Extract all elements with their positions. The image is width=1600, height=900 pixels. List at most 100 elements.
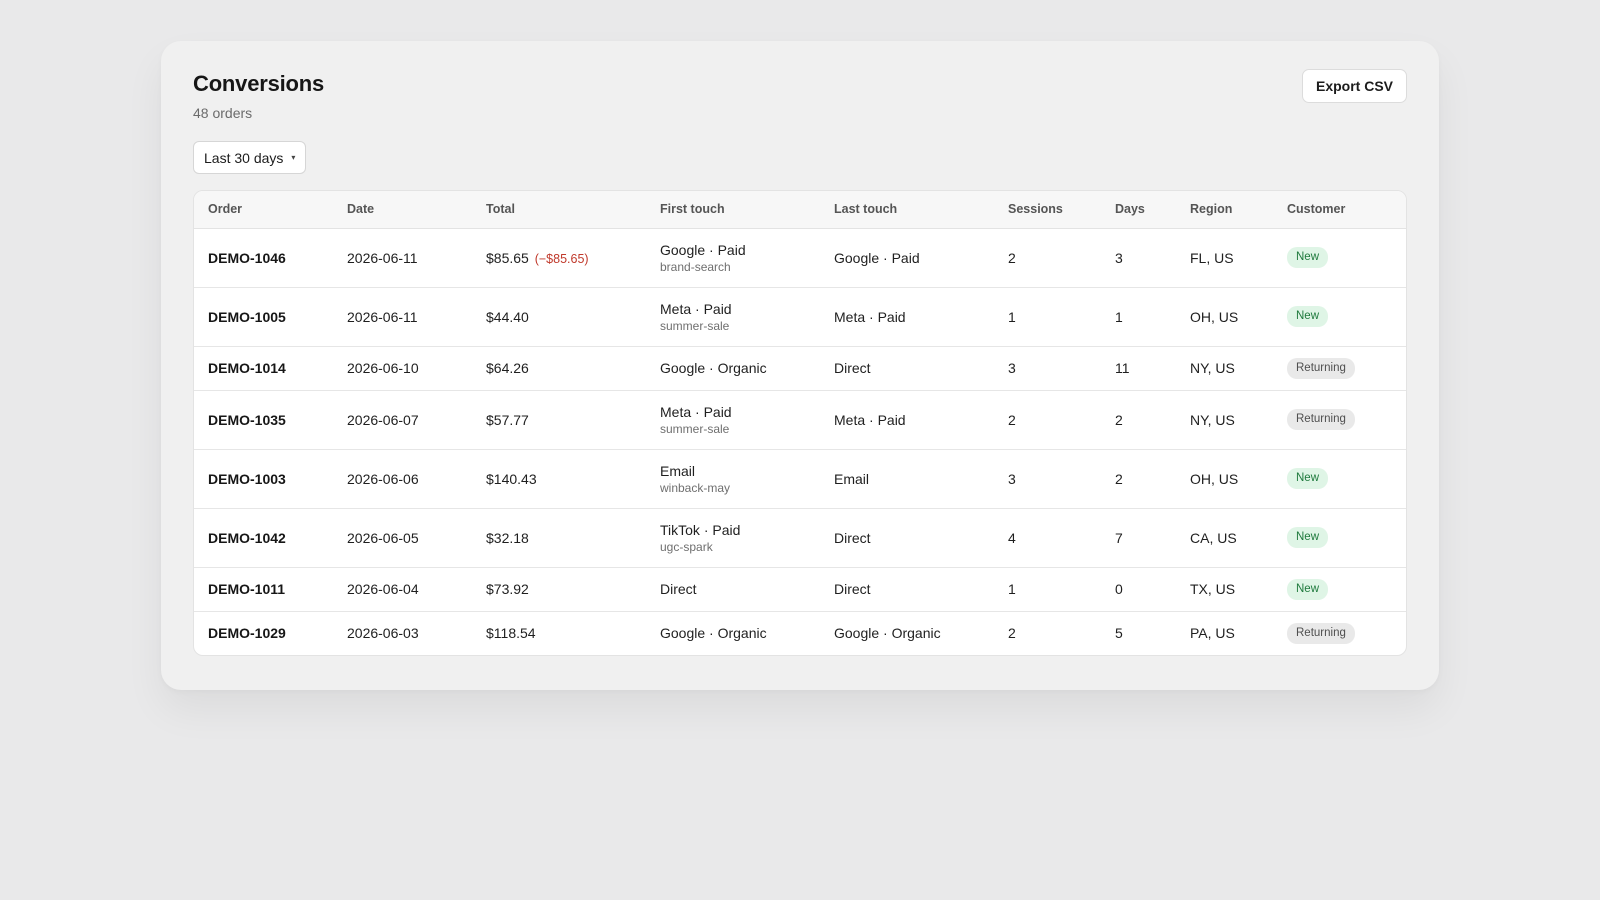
sessions: 4 bbox=[994, 508, 1101, 568]
order-id[interactable]: DEMO-1003 bbox=[194, 449, 333, 509]
customer-cell: New bbox=[1273, 228, 1406, 288]
region: TX, US bbox=[1176, 567, 1273, 612]
order-total: $57.77 bbox=[486, 411, 529, 428]
column-header-customer[interactable]: Customer bbox=[1273, 191, 1406, 229]
column-header-order[interactable]: Order bbox=[194, 191, 333, 229]
first-touch-source: Meta · Paid bbox=[660, 300, 732, 317]
table-row[interactable]: DEMO-1029 2026-06-03 $118.54 Google · Or… bbox=[194, 611, 1406, 655]
first-touch-source: Direct bbox=[660, 581, 697, 597]
order-id[interactable]: DEMO-1005 bbox=[194, 287, 333, 347]
customer-status-badge: New bbox=[1287, 247, 1329, 268]
column-header-region[interactable]: Region bbox=[1176, 191, 1273, 229]
customer-status-badge: New bbox=[1287, 527, 1329, 548]
table-row[interactable]: DEMO-1014 2026-06-10 $64.26 Google · Org… bbox=[194, 346, 1406, 391]
order-total-cell: $44.40 bbox=[472, 287, 646, 347]
table-row[interactable]: DEMO-1046 2026-06-11 $85.65 (−$85.65) Go… bbox=[194, 228, 1406, 288]
first-touch-cell: Google · Organic bbox=[646, 611, 820, 655]
date-range-value: Last 30 days bbox=[204, 149, 284, 166]
customer-status-badge: Returning bbox=[1287, 622, 1355, 644]
days: 1 bbox=[1101, 287, 1176, 347]
sessions: 2 bbox=[994, 390, 1101, 450]
order-total-cell: $64.26 bbox=[472, 346, 646, 391]
order-id[interactable]: DEMO-1014 bbox=[194, 346, 333, 391]
days: 5 bbox=[1115, 625, 1123, 642]
customer-status-badge: New bbox=[1287, 468, 1329, 489]
order-count: 48 orders bbox=[193, 105, 253, 121]
first-touch-source: Meta · Paid bbox=[660, 403, 732, 420]
days: 2 bbox=[1101, 449, 1176, 509]
table-header-row: Order Date Total First touch Last touch … bbox=[194, 191, 1406, 229]
days: 11 bbox=[1101, 346, 1176, 391]
first-touch-source: TikTok · Paid bbox=[660, 521, 741, 538]
column-header-last-touch[interactable]: Last touch bbox=[820, 191, 994, 229]
first-touch-source: Google · Organic bbox=[660, 360, 767, 376]
customer-cell: New bbox=[1273, 287, 1406, 347]
refund-amount: (−$85.65) bbox=[534, 251, 589, 266]
region: FL, US bbox=[1176, 228, 1273, 288]
days: 2 bbox=[1101, 390, 1176, 450]
days: 7 bbox=[1101, 508, 1176, 568]
sessions: 3 bbox=[994, 449, 1101, 509]
region: NY, US bbox=[1176, 346, 1273, 391]
first-touch-campaign: summer-sale bbox=[660, 421, 730, 436]
chevron-down-icon: ▾ bbox=[291, 152, 296, 162]
conversions-table: Order Date Total First touch Last touch … bbox=[193, 190, 1407, 656]
region: PA, US bbox=[1190, 625, 1235, 642]
first-touch-source: Email bbox=[660, 462, 696, 479]
table-row[interactable]: DEMO-1035 2026-06-07 $57.77 Meta · Paid s… bbox=[194, 390, 1406, 450]
order-date: 2026-06-11 bbox=[333, 287, 472, 347]
customer-cell: Returning bbox=[1273, 346, 1406, 391]
order-total-cell: $85.65 (−$85.65) bbox=[472, 228, 646, 288]
order-total-cell: $57.77 bbox=[472, 390, 646, 450]
order-total: $85.65 bbox=[486, 249, 529, 266]
order-total-cell: $73.92 bbox=[472, 567, 646, 612]
region: OH, US bbox=[1176, 449, 1273, 509]
order-id[interactable]: DEMO-1042 bbox=[194, 508, 333, 568]
order-total: $73.92 bbox=[486, 581, 529, 597]
customer-status-badge: Returning bbox=[1287, 357, 1355, 379]
customer-status-badge: Returning bbox=[1287, 409, 1355, 430]
column-header-total[interactable]: Total bbox=[472, 191, 646, 229]
table-row[interactable]: DEMO-1042 2026-06-05 $32.18 TikTok · Pai… bbox=[194, 508, 1406, 568]
last-touch: Google · Paid bbox=[820, 228, 994, 288]
sessions: 1 bbox=[994, 567, 1101, 612]
order-id[interactable]: DEMO-1029 bbox=[194, 611, 333, 655]
customer-cell: Returning bbox=[1273, 611, 1406, 655]
sessions: 3 bbox=[994, 346, 1101, 391]
order-date: 2026-06-10 bbox=[333, 346, 472, 391]
customer-status-badge: New bbox=[1287, 306, 1329, 327]
order-total: $118.54 bbox=[486, 625, 536, 642]
table-row[interactable]: DEMO-1005 2026-06-11 $44.40 Meta · Paid s… bbox=[194, 287, 1406, 347]
column-header-sessions[interactable]: Sessions bbox=[994, 191, 1101, 229]
order-total-cell: $140.43 bbox=[472, 449, 646, 509]
order-date: 2026-06-05 bbox=[333, 508, 472, 568]
last-touch: Email bbox=[820, 449, 994, 509]
order-id[interactable]: DEMO-1011 bbox=[194, 567, 333, 612]
first-touch-cell: Direct bbox=[646, 567, 820, 612]
column-header-days[interactable]: Days bbox=[1101, 191, 1176, 229]
region: OH, US bbox=[1176, 287, 1273, 347]
sessions: 1 bbox=[994, 287, 1101, 347]
order-total-cell: $118.54 bbox=[472, 611, 646, 655]
customer-cell: New bbox=[1273, 508, 1406, 568]
first-touch-campaign: ugc-spark bbox=[660, 539, 713, 554]
order-date: 2026-06-06 bbox=[333, 449, 472, 509]
export-csv-button[interactable]: Export CSV bbox=[1301, 69, 1407, 103]
order-id[interactable]: DEMO-1046 bbox=[194, 228, 333, 288]
table-row[interactable]: DEMO-1003 2026-06-06 $140.43 Email winbac… bbox=[194, 449, 1406, 509]
customer-cell: Returning bbox=[1273, 390, 1406, 450]
order-date: 2026-06-07 bbox=[333, 390, 472, 450]
last-touch: Direct bbox=[820, 346, 994, 391]
column-header-date[interactable]: Date bbox=[333, 191, 472, 229]
order-total: $44.40 bbox=[486, 308, 529, 325]
order-date: 2026-06-11 bbox=[333, 228, 472, 288]
first-touch-cell: Meta · Paid summer-sale bbox=[646, 287, 820, 347]
table-row[interactable]: DEMO-1011 2026-06-04 $73.92 Direct Direc… bbox=[194, 567, 1406, 612]
first-touch-cell: TikTok · Paid ugc-spark bbox=[646, 508, 820, 568]
last-touch: Meta · Paid bbox=[820, 287, 994, 347]
date-range-select[interactable]: Last 30 days ▾ bbox=[193, 141, 307, 174]
column-header-first-touch[interactable]: First touch bbox=[646, 191, 820, 229]
first-touch-campaign: brand-search bbox=[660, 259, 731, 274]
order-id[interactable]: DEMO-1035 bbox=[194, 390, 333, 450]
order-date: 2026-06-03 bbox=[347, 625, 419, 642]
